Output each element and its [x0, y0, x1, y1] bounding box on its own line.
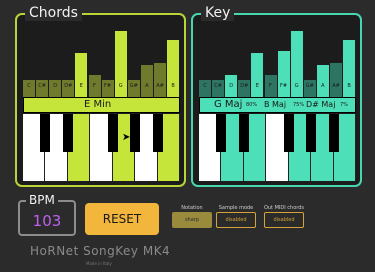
- chords-bar-label: D#: [64, 83, 73, 89]
- key-display: G Maj 80% B Maj 75% D# Maj 7%: [199, 97, 356, 113]
- notation-label: Notation: [181, 205, 203, 211]
- key-bar-as: [330, 63, 342, 97]
- chords-bar-a: [140, 65, 153, 97]
- key-key-as[interactable]: [328, 114, 339, 152]
- made-in-label: Made in Italy: [86, 261, 112, 266]
- chords-bar-label: G#: [129, 83, 138, 89]
- chords-bar-label: C#: [38, 83, 46, 89]
- key-key-gs[interactable]: [306, 114, 317, 152]
- key-bar-a: [316, 65, 329, 97]
- key-panel: Key C C# D D# E F F# G G# A A# B G Maj 80% B Maj 75…: [191, 5, 362, 187]
- sample-mode-label: Sample mode: [218, 205, 254, 211]
- alt-key-2-pct: 7%: [340, 102, 348, 108]
- chords-bar-as: [154, 63, 166, 97]
- chords-bar-label: A: [145, 83, 149, 89]
- notation-toggle[interactable]: sharp: [172, 212, 212, 228]
- chords-key-cs[interactable]: [40, 114, 51, 152]
- alt-key-2: D# Maj: [306, 100, 336, 109]
- key-bar-label: A#: [332, 83, 340, 89]
- chords-key-as[interactable]: [152, 114, 163, 152]
- chords-bar-label: C: [27, 83, 31, 89]
- brand-name: HoRNet SongKey MK4: [30, 244, 171, 258]
- key-bar-label: F#: [280, 83, 288, 89]
- chords-bar-label: E: [79, 83, 83, 89]
- bpm-display: BPM 103: [18, 193, 76, 236]
- chord-name: E Min: [84, 99, 112, 110]
- primary-key-pct: 80%: [246, 102, 258, 108]
- chords-bar-e: [75, 53, 88, 97]
- key-key-cs[interactable]: [216, 114, 227, 152]
- key-keyboard: [199, 114, 356, 181]
- alt-key-1: B Maj: [264, 100, 287, 109]
- chord-display: E Min: [23, 97, 180, 113]
- key-bar-label: G: [294, 83, 299, 89]
- key-bar-label: C#: [214, 83, 222, 89]
- chords-panel: Chords C C# D D# E F F# G G# A A# B E Min: [15, 5, 186, 187]
- key-key-fs[interactable]: [283, 114, 294, 152]
- out-midi-toggle[interactable]: disabled: [264, 212, 304, 228]
- key-bar-label: A: [321, 83, 325, 89]
- key-bar-label: C: [203, 83, 207, 89]
- chords-bar-label: D: [53, 83, 58, 89]
- chords-bar-label: A#: [156, 83, 164, 89]
- bpm-value: 103: [32, 212, 62, 230]
- key-bar-label: E: [255, 83, 259, 89]
- key-bar-label: F: [269, 83, 272, 89]
- plugin-window: Chords C C# D D# E F F# G G# A A# B E Min Key C C# D D…: [0, 0, 375, 272]
- chords-bar-label: F: [93, 83, 96, 89]
- key-bar-label: G#: [305, 83, 314, 89]
- bpm-title: BPM: [26, 193, 58, 207]
- chords-keyboard: [23, 114, 180, 181]
- chords-bar-label: B: [171, 83, 175, 89]
- chords-key-fs[interactable]: [107, 114, 118, 152]
- key-bar-label: B: [347, 83, 351, 89]
- reset-button[interactable]: RESET: [85, 203, 159, 235]
- out-midi-label: Out MIDI chords: [263, 205, 305, 211]
- key-bar-fs: [277, 51, 290, 97]
- chords-bar-label: G: [118, 83, 123, 89]
- mouse-cursor-icon: ➤: [122, 132, 131, 143]
- key-bar-label: D#: [240, 83, 249, 89]
- primary-key: G Maj: [214, 99, 243, 110]
- chords-key-ds[interactable]: [62, 114, 73, 152]
- sample-mode-toggle[interactable]: disabled: [216, 212, 256, 228]
- chords-key-gs[interactable]: [130, 114, 141, 152]
- key-bar-label: D: [229, 83, 234, 89]
- chords-bar-label: F#: [104, 83, 112, 89]
- alt-key-1-pct: 75%: [293, 102, 305, 108]
- key-bar-e: [251, 53, 264, 97]
- key-key-ds[interactable]: [238, 114, 249, 152]
